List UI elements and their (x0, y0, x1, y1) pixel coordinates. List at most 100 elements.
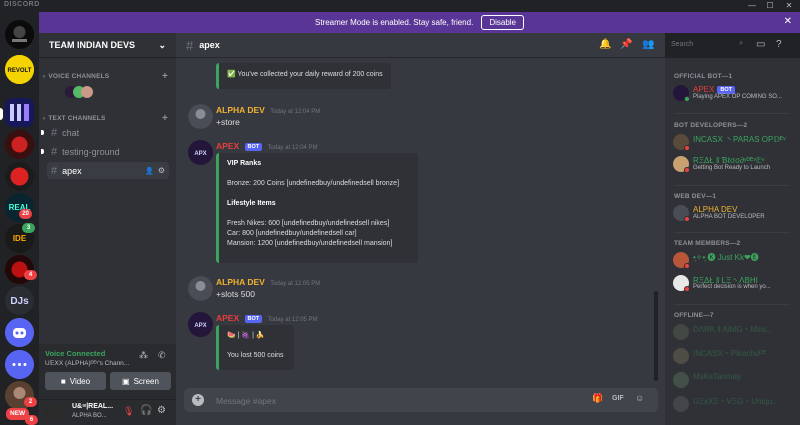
emoji-icon[interactable]: ☺ (635, 393, 644, 403)
avatar[interactable] (188, 104, 213, 129)
search-icon: ⌕ (739, 40, 743, 47)
disable-streamer-mode-button[interactable]: Disable (481, 15, 524, 30)
search-input[interactable]: Search ⌕ (667, 39, 747, 52)
embed-line (227, 169, 410, 179)
title-bar: DISCORD — ☐ ✕ (0, 0, 800, 12)
store-embed: VIP Ranks Bronze: 200 Coins [undefinedbu… (216, 153, 418, 263)
category-voice-label: VOICE CHANNELS (48, 73, 110, 80)
author-name: APEX (216, 313, 240, 323)
inbox-icon[interactable]: ▭ (756, 39, 765, 50)
member-item[interactable]: INCASX 丶PARAS OP𝔻ᴱᵛ (673, 132, 795, 152)
member-item[interactable]: DΛRK ‖ AiMG・Mira... (673, 322, 795, 342)
member-item[interactable]: •͙✧•͙ 🅚 Just Kk❤🅔 (673, 250, 795, 270)
member-item[interactable]: APEX BOT Playing APEX OP COMING SO... (673, 83, 795, 103)
member-item[interactable]: UΞxXΞ・VΞG・Uniqu... (673, 394, 795, 414)
message-input[interactable] (216, 394, 576, 407)
server-icon-4[interactable] (5, 130, 34, 159)
message-author[interactable]: APEX BOT Today at 12:04 PM (216, 141, 318, 151)
member-item[interactable]: RΞΔŁ ‖ LΞ丶ΛBHI Perfect decision is when … (673, 273, 795, 293)
gif-icon[interactable]: GIF (612, 395, 624, 402)
server-icon-5[interactable] (5, 162, 34, 191)
gear-icon[interactable]: ⚙ (158, 166, 165, 175)
channel-chat[interactable]: # chat (41, 124, 169, 141)
gift-icon[interactable]: 🎁 (592, 393, 603, 404)
server-name: TEAM INDIAN DEVS (49, 40, 136, 50)
member-status-text: ALPHA BOT DEVELOPER (693, 214, 765, 220)
avatar[interactable] (45, 403, 64, 422)
bot-tag: BOT (244, 315, 263, 323)
server-list: REVOLT REAL 20 IDE 3 4 DJs 2 NEW 6 (0, 12, 39, 425)
member-item[interactable]: ALPHA DEV ALPHA BOT DEVELOPER (673, 203, 795, 223)
message-composer: + 🎁 GIF ☺ (184, 388, 658, 412)
timestamp: Today at 12:05 PM (270, 281, 321, 287)
banner-text: Streamer Mode is enabled. Stay safe, fri… (315, 18, 474, 27)
channel-name: apex (62, 165, 82, 176)
embed-line: Fresh Nikes: 600 [undefinedbuy/undefined… (227, 220, 390, 227)
author-name: ALPHA DEV (216, 105, 265, 115)
help-icon[interactable]: ? (776, 39, 782, 50)
message-author[interactable]: ALPHA DEV Today at 12:05 PM (216, 277, 320, 287)
video-button[interactable]: ■ Video (45, 372, 106, 390)
close-window-icon[interactable]: ✕ (779, 0, 799, 12)
channel-apex[interactable]: # apex 👤 ⚙ (47, 162, 169, 179)
server-icon-djs[interactable]: DJs (5, 286, 34, 315)
member-name: INCASX・Pikachuᴰᴱ (693, 349, 767, 358)
add-voice-channel-icon[interactable]: + (162, 71, 168, 82)
add-attachment-icon[interactable]: + (192, 394, 204, 406)
channel-sidebar: TEAM INDIAN DEVS ⌄ › VOICE CHANNELS + › … (39, 33, 176, 425)
status-indicator (684, 263, 690, 269)
avatar[interactable] (188, 276, 213, 301)
voice-users (65, 85, 93, 104)
disconnect-icon[interactable]: ✆ (158, 350, 166, 361)
status-indicator (684, 216, 690, 222)
member-group-label: BOT DEVELOPERS—2 (674, 122, 748, 129)
close-banner-icon[interactable]: ✕ (784, 16, 792, 27)
server-icon-team-indian-devs[interactable] (5, 98, 34, 127)
add-text-channel-icon[interactable]: + (162, 113, 168, 124)
username: U&≡|REAL... (72, 403, 114, 410)
avatar[interactable]: APX (188, 140, 213, 165)
server-icon-revolt[interactable]: REVOLT (5, 55, 34, 84)
pin-icon[interactable]: 📌 (620, 39, 632, 50)
voice-channel-name[interactable]: U𝔼ⅩX (ALPHA)ᴰᴱᵛ's Chann... (45, 359, 129, 367)
timestamp: Today at 12:04 PM (267, 145, 318, 151)
channel-testing-ground[interactable]: # testing-ground (41, 143, 169, 160)
invite-icon[interactable]: 👤 (145, 167, 154, 175)
minimize-icon[interactable]: — (742, 0, 762, 12)
server-icon-1[interactable] (5, 20, 34, 49)
daily-reward-message: ✅ You've collected your daily reward of … (216, 63, 391, 89)
noise-suppression-icon[interactable]: ⁂ (139, 350, 148, 361)
svg-text:REVOLT: REVOLT (8, 68, 32, 74)
message-author[interactable]: APEX BOT Today at 12:05 PM (216, 313, 318, 323)
embed-line (227, 189, 410, 199)
headphones-icon[interactable]: 🎧 (140, 405, 152, 416)
bell-icon[interactable]: 🔔 (599, 39, 611, 50)
server-icon-discord[interactable] (5, 318, 34, 347)
hash-icon: # (186, 37, 194, 53)
category-text-label: TEXT CHANNELS (48, 115, 106, 122)
member-group-label: WEB DEV—1 (674, 193, 717, 200)
server-mention-badge-3: 2 (24, 397, 37, 407)
avatar[interactable]: APX (188, 312, 213, 337)
maximize-icon[interactable]: ☐ (760, 0, 780, 12)
member-item[interactable]: RΞΔŁ ‖ Ɓℓσσ∂ʸᴰᴱᵛ𝔼ᵛ Getting Bot Ready to … (673, 154, 795, 174)
settings-gear-icon[interactable]: ⚙ (157, 405, 166, 416)
category-voice[interactable]: › VOICE CHANNELS + (39, 71, 176, 82)
server-icon-more[interactable] (5, 350, 34, 379)
members-icon[interactable]: 👥 (642, 39, 654, 50)
svg-text:IDE: IDE (13, 234, 27, 243)
svg-text:DJs: DJs (10, 296, 29, 307)
member-status-text: Playing APEX OP COMING SO... (693, 94, 782, 100)
category-chevron-icon: › (43, 115, 46, 122)
member-item[interactable]: MsKsTanmay (673, 370, 795, 390)
member-item[interactable]: INCASX・Pikachuᴰᴱ (673, 346, 795, 366)
chat-scrollbar[interactable] (654, 291, 658, 381)
screen-share-button[interactable]: ▣ Screen (110, 372, 171, 390)
message-content: +store (216, 117, 240, 127)
timestamp: Today at 12:05 PM (267, 317, 318, 323)
message-author[interactable]: ALPHA DEV Today at 12:04 PM (216, 105, 320, 115)
server-header[interactable]: TEAM INDIAN DEVS ⌄ (39, 33, 176, 58)
category-text[interactable]: › TEXT CHANNELS + (39, 113, 176, 124)
mute-icon[interactable]: 🎙 (123, 406, 134, 417)
server-mention-badge: 20 (19, 209, 32, 219)
